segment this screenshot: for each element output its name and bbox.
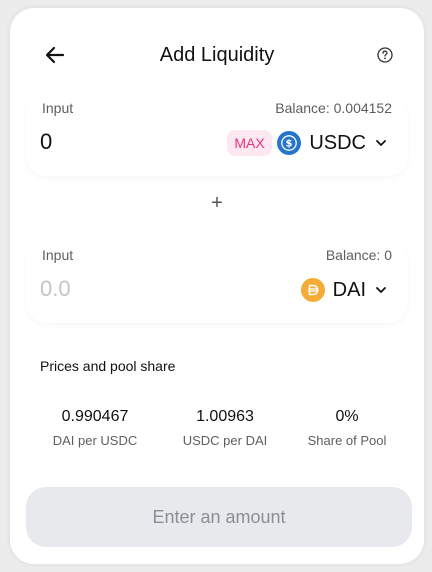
usdc-icon: $ [277,131,302,155]
help-button[interactable] [376,46,394,64]
token-selector-usdc[interactable]: $ USDC [277,127,388,159]
chevron-down-icon [376,140,386,146]
input-label: Input [42,247,74,263]
token-selector-dai[interactable]: DAI [300,274,388,306]
amount-input-usdc[interactable] [40,129,190,155]
max-button[interactable]: MAX [227,130,272,156]
stat-label: Share of Pool [307,433,387,448]
stat-value: 1.00963 [196,408,254,425]
svg-text:$: $ [286,139,293,150]
stat-value: 0% [335,408,359,425]
token-symbol: USDC [309,131,366,154]
header: Add Liquidity [10,38,424,74]
page-title: Add Liquidity [159,44,275,66]
stat-usdc-per-dai: 1.00963 USDC per DAI [164,400,286,460]
stat-share-of-pool: 0% Share of Pool [286,400,408,460]
chevron-down-icon [376,287,386,293]
enter-amount-button[interactable]: Enter an amount [26,487,412,547]
question-circle-icon [377,47,393,63]
balance-label: Balance: 0 [325,247,392,263]
prices-section-title: Prices and pool share [40,358,176,374]
stat-dai-per-usdc: 0.990467 DAI per USDC [26,400,164,460]
add-liquidity-card: Add Liquidity Input Balance: 0.004152 MA… [10,8,424,564]
amount-input-dai[interactable] [40,276,190,302]
plus-separator: + [211,192,223,214]
balance-label: Balance: 0.004152 [275,100,392,116]
input-label: Input [42,100,74,116]
input-panel-dai: Input Balance: 0 DAI [26,241,408,323]
price-stats: 0.990467 DAI per USDC 1.00963 USDC per D… [26,400,408,460]
input-panel-usdc: Input Balance: 0.004152 MAX $ USDC [26,94,408,176]
stat-label: DAI per USDC [52,433,138,448]
dai-icon [300,278,325,302]
stat-value: 0.990467 [61,408,129,425]
stat-label: USDC per DAI [182,433,268,448]
token-symbol: DAI [332,278,366,301]
